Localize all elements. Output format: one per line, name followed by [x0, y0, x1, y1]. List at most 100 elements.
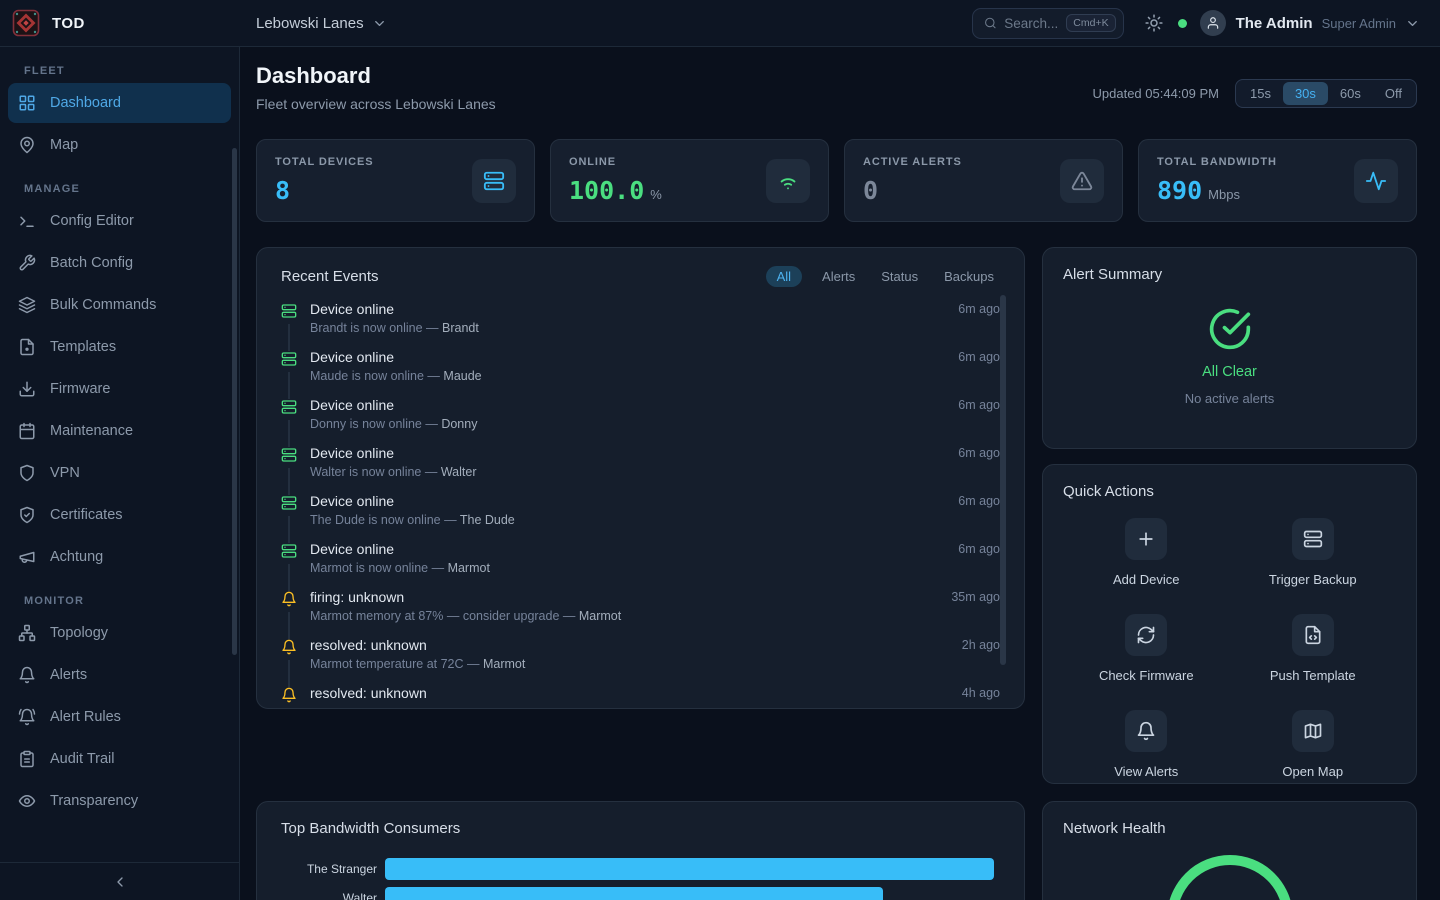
- sidebar-item-transparency[interactable]: Transparency: [8, 781, 231, 821]
- server-icon: [281, 543, 297, 559]
- page-title: Dashboard: [256, 63, 496, 89]
- event-subtitle: Marmot memory at 87% — consider upgrade …: [310, 609, 938, 623]
- event-title: Device online: [310, 397, 945, 413]
- event-timestamp: 2h ago: [962, 638, 1000, 685]
- user-menu[interactable]: The Admin Super Admin: [1200, 10, 1420, 36]
- event-title: Device online: [310, 493, 945, 509]
- event-row[interactable]: Device onlineThe Dude is now online — Th…: [281, 493, 1000, 541]
- event-title: Device online: [310, 349, 945, 365]
- quick-action-label: Push Template: [1270, 668, 1356, 683]
- file-icon: [18, 338, 36, 356]
- event-row[interactable]: Device onlineWalter is now online — Walt…: [281, 445, 1000, 493]
- theme-toggle-sun-icon[interactable]: [1145, 14, 1163, 32]
- server-icon: [281, 351, 297, 367]
- event-body: Device onlineBrandt is now online — Bran…: [310, 301, 945, 349]
- event-row[interactable]: resolved: unknown4h ago: [281, 685, 1000, 709]
- sidebar-item-dashboard[interactable]: Dashboard: [8, 83, 231, 123]
- event-body: Device onlineDonny is now online — Donny: [310, 397, 945, 445]
- sidebar-collapse-button[interactable]: [0, 862, 239, 900]
- server-chip: [472, 159, 516, 203]
- bandwidth-title: Top Bandwidth Consumers: [281, 820, 460, 837]
- events-tab-status[interactable]: Status: [875, 266, 924, 287]
- bandwidth-bar[interactable]: [385, 887, 883, 900]
- sidebar-item-label: Topology: [50, 625, 108, 641]
- sidebar-item-alerts[interactable]: Alerts: [8, 655, 231, 695]
- event-row[interactable]: Device onlineBrandt is now online — Bran…: [281, 301, 1000, 349]
- bandwidth-bar[interactable]: [385, 858, 994, 880]
- main-content: Dashboard Fleet overview across Lebowski…: [240, 47, 1440, 900]
- sidebar-item-certificates[interactable]: Certificates: [8, 495, 231, 535]
- event-row[interactable]: firing: unknown Marmot memory at 87% — co…: [281, 589, 1000, 637]
- sidebar-item-firmware[interactable]: Firmware: [8, 369, 231, 409]
- interval-button-30s[interactable]: 30s: [1283, 82, 1328, 105]
- map-icon: [1303, 721, 1323, 741]
- event-body: Device onlineThe Dude is now online — Th…: [310, 493, 945, 541]
- quick-action-view-alerts[interactable]: View Alerts: [1063, 710, 1230, 779]
- server-icon: [281, 303, 297, 319]
- quick-action-check-firmware[interactable]: Check Firmware: [1063, 614, 1230, 683]
- chevron-down-icon: [372, 16, 387, 31]
- alert-triangle-chip: [1060, 159, 1104, 203]
- sidebar-item-topology[interactable]: Topology: [8, 613, 231, 653]
- quick-action-label: Open Map: [1282, 764, 1343, 779]
- stat-unit: Mbps: [1208, 187, 1240, 202]
- event-subtitle: Brandt is now online — Brandt: [310, 321, 945, 335]
- interval-button-off[interactable]: Off: [1373, 82, 1414, 105]
- search-input[interactable]: Search... Cmd+K: [972, 8, 1124, 39]
- wifi-icon: [777, 170, 799, 192]
- quick-action-trigger-backup[interactable]: Trigger Backup: [1230, 518, 1397, 587]
- calendar-icon: [18, 422, 36, 440]
- sidebar-item-alert-rules[interactable]: Alert Rules: [8, 697, 231, 737]
- search-icon: [984, 16, 997, 30]
- server-icon: [1303, 529, 1323, 549]
- file-code-icon: [1303, 625, 1323, 645]
- recent-events-title: Recent Events: [281, 268, 379, 285]
- events-tab-backups[interactable]: Backups: [938, 266, 1000, 287]
- fleet-selector[interactable]: Lebowski Lanes: [256, 15, 387, 32]
- sidebar-item-audit-trail[interactable]: Audit Trail: [8, 739, 231, 779]
- event-row[interactable]: Device onlineDonny is now online — Donny…: [281, 397, 1000, 445]
- event-row[interactable]: Device onlineMarmot is now online — Marm…: [281, 541, 1000, 589]
- grid-icon: [18, 94, 36, 112]
- clipboard-icon: [18, 750, 36, 768]
- connection-status-dot: [1178, 19, 1187, 28]
- events-filter-tabs: All Alerts Status Backups: [766, 266, 1000, 287]
- sidebar-item-map[interactable]: Map: [8, 125, 231, 165]
- sidebar-item-label: VPN: [50, 465, 80, 481]
- event-title: Device online: [310, 445, 945, 461]
- sidebar-item-templates[interactable]: Templates: [8, 327, 231, 367]
- stat-value: 0: [863, 176, 878, 205]
- quick-action-label: Add Device: [1113, 572, 1179, 587]
- event-body: Device onlineWalter is now online — Walt…: [310, 445, 945, 493]
- quick-action-push-template[interactable]: Push Template: [1230, 614, 1397, 683]
- event-title: firing: unknown: [310, 589, 938, 605]
- event-device-name: Maude: [443, 369, 481, 383]
- event-row[interactable]: resolved: unknownMarmot temperature at 7…: [281, 637, 1000, 685]
- event-row[interactable]: Device onlineMaude is now online — Maude…: [281, 349, 1000, 397]
- quick-action-add-device[interactable]: Add Device: [1063, 518, 1230, 587]
- events-tab-all[interactable]: All: [766, 266, 802, 287]
- sidebar-item-batch-config[interactable]: Batch Config: [8, 243, 231, 283]
- sidebar-item-label: Templates: [50, 339, 116, 355]
- refresh-icon: [1136, 625, 1156, 645]
- event-timestamp: 6m ago: [958, 446, 1000, 493]
- sidebar-scrollbar[interactable]: [232, 148, 237, 655]
- activity-icon: [1365, 170, 1387, 192]
- user-role: Super Admin: [1322, 16, 1396, 31]
- event-subtitle: Marmot is now online — Marmot: [310, 561, 945, 575]
- quick-action-open-map[interactable]: Open Map: [1230, 710, 1397, 779]
- sidebar-item-config-editor[interactable]: Config Editor: [8, 201, 231, 241]
- event-timestamp: 6m ago: [958, 494, 1000, 541]
- event-device-name: Brandt: [442, 321, 479, 335]
- sidebar-item-bulk-commands[interactable]: Bulk Commands: [8, 285, 231, 325]
- sidebar-item-maintenance[interactable]: Maintenance: [8, 411, 231, 451]
- events-tab-alerts[interactable]: Alerts: [816, 266, 861, 287]
- event-device-name: Marmot: [483, 657, 525, 671]
- events-scrollbar[interactable]: [1000, 295, 1006, 665]
- event-timestamp: 6m ago: [958, 350, 1000, 397]
- bandwidth-bar-track: [385, 887, 1000, 900]
- sidebar-item-achtung[interactable]: Achtung: [8, 537, 231, 577]
- interval-button-15s[interactable]: 15s: [1238, 82, 1283, 105]
- sidebar-item-vpn[interactable]: VPN: [8, 453, 231, 493]
- interval-button-60s[interactable]: 60s: [1328, 82, 1373, 105]
